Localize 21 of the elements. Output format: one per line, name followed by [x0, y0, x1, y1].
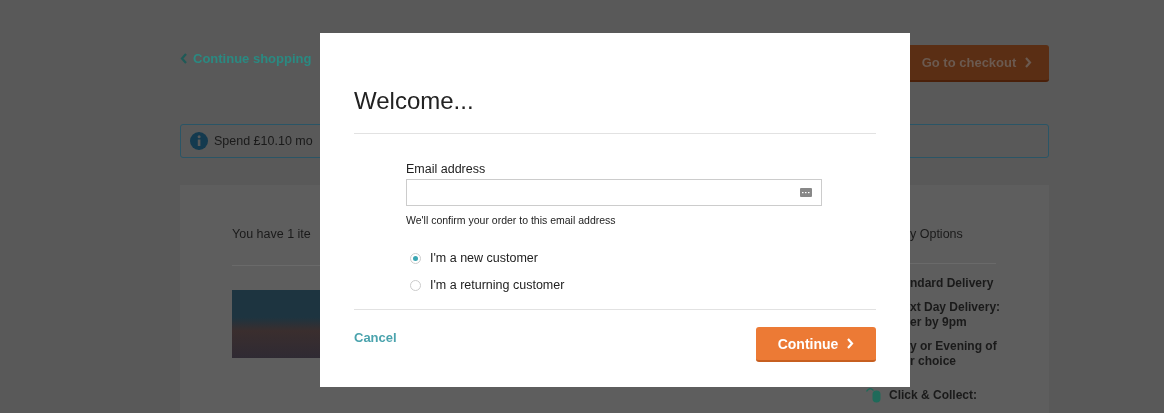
banner-text: Spend £10.10 mo — [214, 134, 313, 148]
chevron-left-icon — [180, 53, 188, 64]
radio-label: I'm a returning customer — [430, 278, 565, 292]
delivery-option: y or Evening of r choice — [910, 339, 997, 369]
delivery-option: xt Day Delivery: er by 9pm — [910, 300, 1001, 330]
email-hint: We'll confirm your order to this email address — [406, 214, 617, 226]
delivery-option: Click & Collect: — [889, 387, 978, 402]
delivery-option: ndard Delivery — [910, 276, 994, 291]
basket-summary: You have 1 ite — [232, 227, 312, 241]
delivery-heading: y Options — [910, 227, 963, 241]
continue-button[interactable]: Continue — [756, 327, 876, 362]
cancel-link[interactable]: Cancel — [354, 330, 397, 345]
email-label: Email address — [406, 162, 487, 176]
mouse-icon — [866, 386, 881, 403]
dialog-title: Welcome... — [354, 87, 475, 116]
chevron-right-icon — [1024, 57, 1033, 68]
chevron-right-icon — [846, 338, 855, 349]
keyboard-icon — [800, 188, 812, 197]
radio-label: I'm a new customer — [430, 251, 538, 265]
info-icon — [190, 132, 208, 150]
email-field[interactable] — [406, 179, 822, 206]
